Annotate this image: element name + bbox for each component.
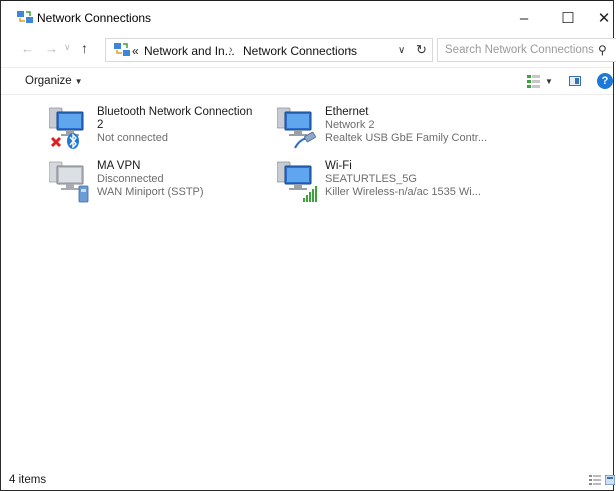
- maximize-button[interactable]: ☐: [545, 1, 591, 35]
- breadcrumb-separator[interactable]: ›: [348, 44, 352, 56]
- tiles-view-icon[interactable]: [605, 475, 615, 485]
- connection-item-bluetooth[interactable]: Bluetooth Network Connection 2 Not conne…: [49, 104, 279, 156]
- forward-arrow-icon[interactable]: →: [45, 41, 58, 56]
- connection-status: Not connected: [97, 132, 168, 144]
- connection-text: Wi-Fi SEATURTLES_5G Killer Wireless-n/a/…: [325, 160, 481, 199]
- bluetooth-network-icon: [49, 107, 84, 149]
- recent-locations-chevron-icon[interactable]: ∨: [64, 42, 71, 53]
- connections-list: Bluetooth Network Connection 2 Not conne…: [1, 96, 613, 466]
- connection-name: MA VPN: [97, 160, 141, 172]
- vpn-network-icon: [49, 161, 89, 203]
- connection-text: MA VPN Disconnected WAN Miniport (SSTP): [97, 160, 204, 199]
- connection-status: Disconnected: [97, 173, 164, 185]
- status-bar: 4 items: [1, 467, 615, 491]
- connection-name: Ethernet: [325, 106, 369, 118]
- search-box[interactable]: Search Network Connections ⚲: [437, 38, 616, 62]
- help-icon[interactable]: ?: [597, 73, 613, 89]
- view-options-caret-icon[interactable]: ▼: [545, 77, 553, 86]
- connection-name: Bluetooth Network Connection: [97, 106, 253, 118]
- refresh-icon[interactable]: ↻: [416, 42, 427, 58]
- connection-status: Network 2: [325, 119, 375, 131]
- connection-device: WAN Miniport (SSTP): [97, 186, 204, 198]
- item-count: 4 items: [9, 474, 47, 486]
- connection-name: Wi-Fi: [325, 160, 352, 172]
- change-view-icon[interactable]: [527, 74, 541, 88]
- close-button[interactable]: ✕: [589, 1, 616, 35]
- connection-item-ethernet[interactable]: Ethernet Network 2 Realtek USB GbE Famil…: [277, 104, 507, 156]
- address-dropdown-chevron-icon[interactable]: ∨: [398, 45, 405, 56]
- breadcrumb-network-and-internet[interactable]: Network and In...: [144, 44, 235, 58]
- up-arrow-icon[interactable]: ↑: [81, 40, 88, 56]
- back-arrow-icon[interactable]: ←: [21, 41, 34, 56]
- connection-name-line2: 2: [97, 119, 104, 131]
- minimize-button[interactable]: –: [501, 1, 547, 35]
- connection-device: Killer Wireless-n/a/ac 1535 Wi...: [325, 186, 481, 198]
- command-bar: Organize ▼ ▼ ?: [1, 67, 613, 95]
- address-bar[interactable]: « Network and In... › Network Connection…: [105, 38, 433, 62]
- breadcrumb-overflow[interactable]: «: [132, 44, 139, 58]
- network-connections-icon: [114, 43, 130, 56]
- connection-item-wifi[interactable]: Wi-Fi SEATURTLES_5G Killer Wireless-n/a/…: [277, 158, 507, 210]
- breadcrumb-network-connections[interactable]: Network Connections: [243, 44, 357, 58]
- organize-menu-button[interactable]: Organize ▼: [25, 75, 83, 87]
- preview-pane-icon[interactable]: [569, 76, 581, 86]
- connection-text: Ethernet Network 2 Realtek USB GbE Famil…: [325, 106, 487, 145]
- connection-device: Realtek USB GbE Family Contr...: [325, 132, 487, 144]
- address-row: ← → ∨ ↑ « Network and In... › Network Co…: [1, 35, 616, 65]
- caret-down-icon: ▼: [74, 77, 83, 86]
- ethernet-network-icon: [277, 107, 316, 149]
- wifi-network-icon: [277, 161, 317, 202]
- connection-status: SEATURTLES_5G: [325, 173, 417, 185]
- network-connections-icon: [17, 11, 33, 23]
- connection-text: Bluetooth Network Connection 2 Not conne…: [97, 106, 252, 145]
- breadcrumb-separator[interactable]: ›: [229, 44, 233, 56]
- search-icon[interactable]: ⚲: [598, 43, 607, 57]
- connection-item-vpn[interactable]: MA VPN Disconnected WAN Miniport (SSTP): [49, 158, 279, 210]
- window: Network Connections – ☐ ✕ ← → ∨ ↑ « Netw…: [0, 0, 616, 491]
- title-bar: Network Connections – ☐ ✕: [1, 1, 613, 35]
- organize-label: Organize: [25, 75, 72, 87]
- window-title: Network Connections: [37, 11, 152, 25]
- search-placeholder: Search Network Connections: [445, 44, 594, 56]
- details-view-icon[interactable]: [589, 475, 601, 485]
